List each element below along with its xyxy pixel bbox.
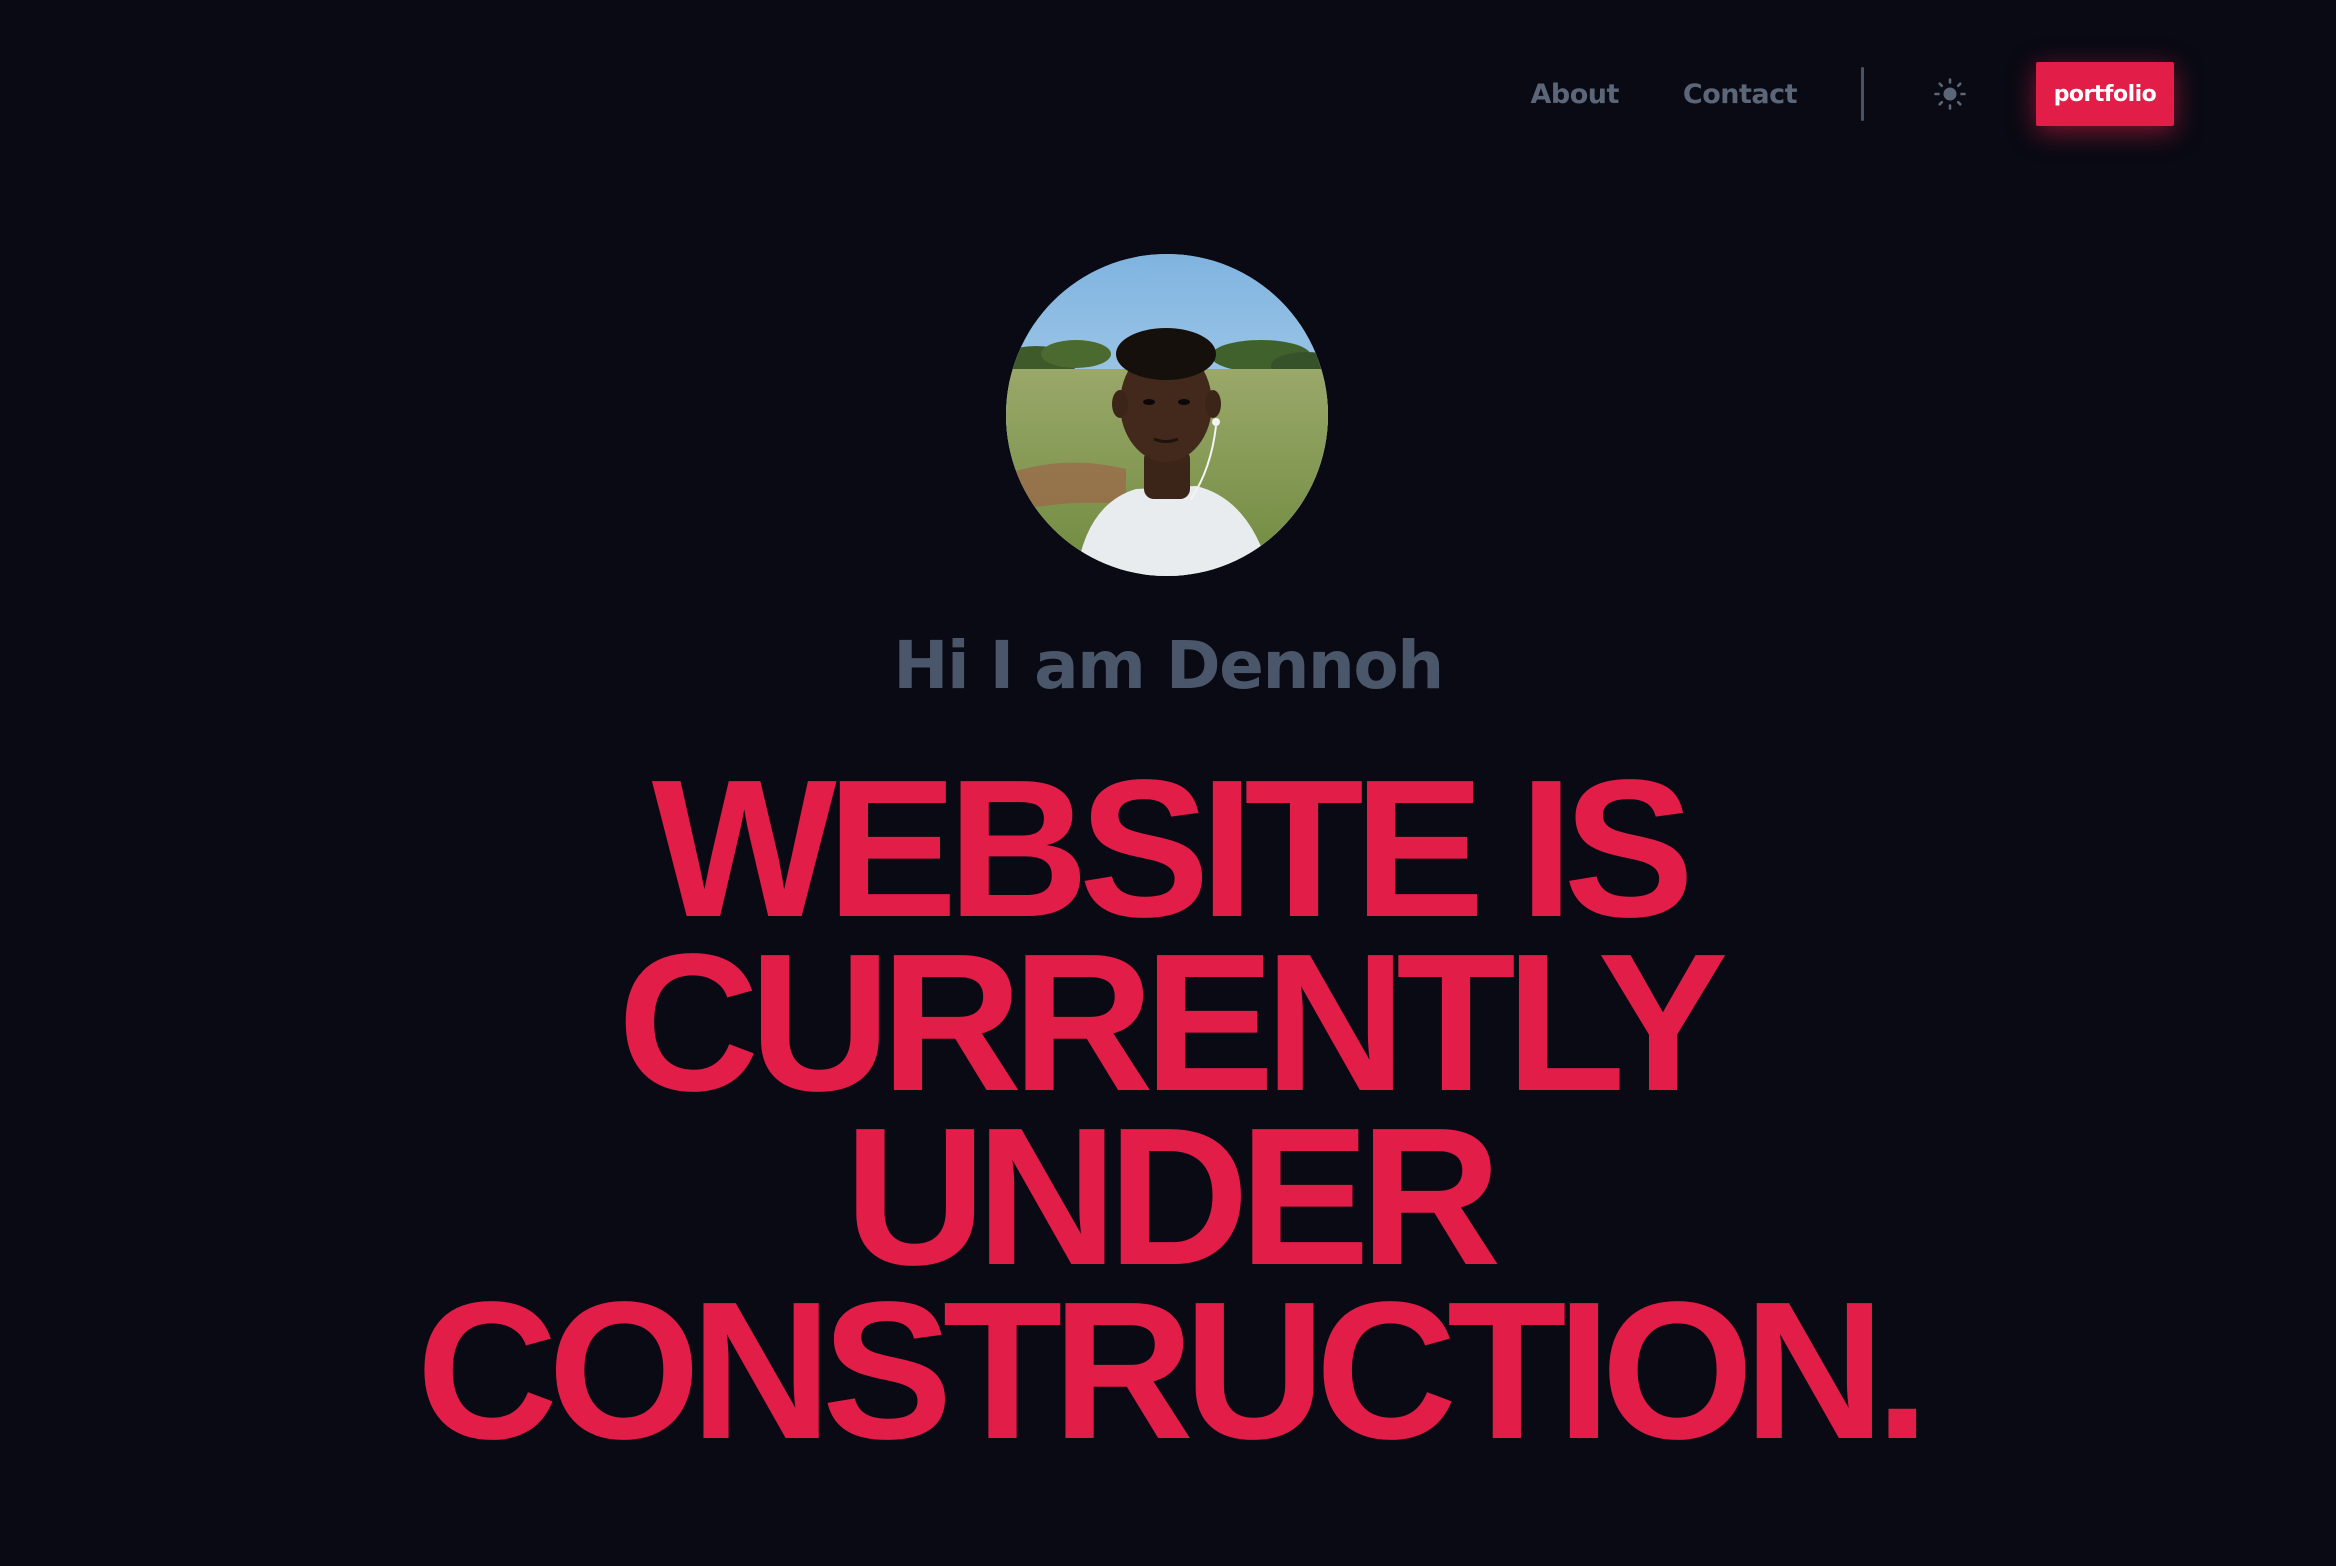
portfolio-button[interactable]: portfolio	[2036, 62, 2174, 126]
top-nav: About Contact portfolio	[1530, 62, 2174, 126]
sun-icon	[1934, 78, 1966, 110]
headline: WEBSITE IS CURRENTLY UNDER CONSTRUCTION.	[0, 739, 2336, 1480]
headline-line: WEBSITE IS	[651, 739, 1695, 958]
nav-link-contact[interactable]: Contact	[1683, 79, 1798, 110]
avatar	[1006, 254, 1328, 576]
headline-line: CONSTRUCTION.	[416, 1261, 1929, 1480]
headline-line: UNDER	[844, 1087, 1502, 1306]
greeting-text: Hi I am Dennoh	[893, 627, 1444, 704]
headline-line: CURRENTLY	[617, 913, 1729, 1132]
nav-link-about[interactable]: About	[1530, 79, 1619, 110]
theme-toggle-button[interactable]	[1930, 74, 1970, 114]
nav-divider	[1861, 67, 1864, 121]
